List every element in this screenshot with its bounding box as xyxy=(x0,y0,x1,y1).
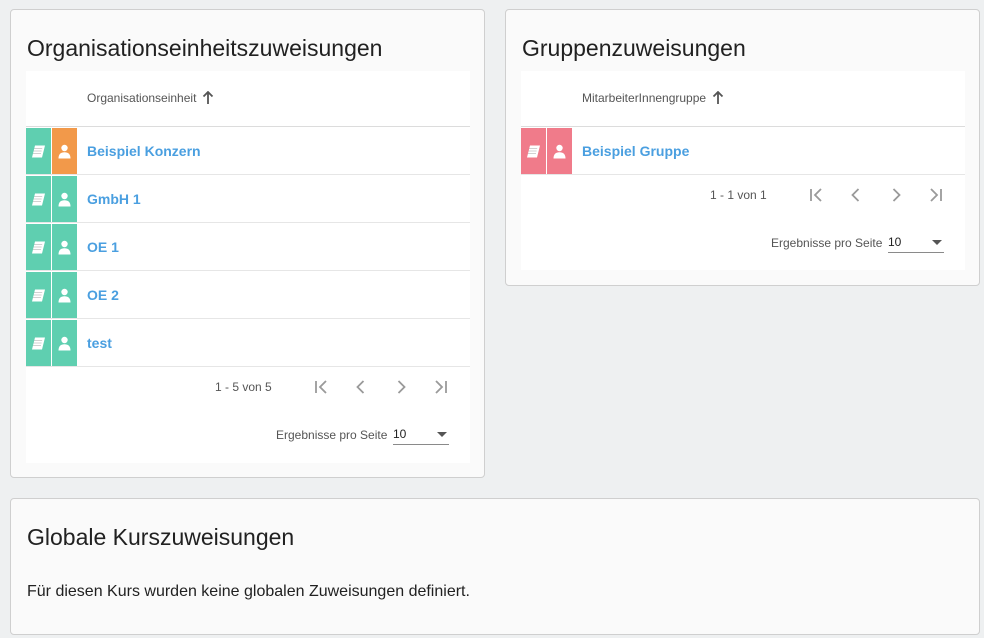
previous-page-button[interactable] xyxy=(349,375,373,399)
assignee-type-tile xyxy=(52,128,77,174)
person-icon xyxy=(58,144,71,158)
book-icon xyxy=(32,193,45,205)
first-page-icon xyxy=(315,380,327,394)
person-icon xyxy=(58,192,71,206)
org-units-column-header-label: Organisationseinheit xyxy=(87,91,197,105)
table-row: GmbH 1 xyxy=(26,175,470,223)
book-icon xyxy=(32,241,45,253)
last-page-icon xyxy=(930,188,942,202)
org-unit-row-link[interactable]: OE 1 xyxy=(87,239,119,255)
assignee-type-tile xyxy=(52,272,77,318)
assignee-type-tile xyxy=(52,224,77,270)
org-unit-row-link[interactable]: Beispiel Konzern xyxy=(87,143,201,159)
book-icon xyxy=(527,145,540,157)
book-icon xyxy=(32,289,45,301)
chevron-right-icon xyxy=(892,188,901,202)
org-unit-row-link[interactable]: OE 2 xyxy=(87,287,119,303)
org-units-per-page-select[interactable]: 10 xyxy=(393,423,449,445)
groups-column-header[interactable]: MitarbeiterInnengruppe xyxy=(582,91,724,105)
book-icon xyxy=(32,337,45,349)
org-units-title: Organisationseinheitszuweisungen xyxy=(27,35,383,61)
last-page-icon xyxy=(435,380,447,394)
assignee-type-tile xyxy=(52,176,77,222)
table-row: OE 2 xyxy=(26,271,470,319)
last-page-button[interactable] xyxy=(429,375,453,399)
arrow-up-icon xyxy=(203,91,214,104)
previous-page-button[interactable] xyxy=(844,183,868,207)
course-type-tile xyxy=(26,272,51,318)
groups-column-header-label: MitarbeiterInnengruppe xyxy=(582,91,707,105)
arrow-up-icon xyxy=(712,91,724,104)
person-icon xyxy=(58,336,71,350)
course-type-tile xyxy=(26,224,51,270)
chevron-left-icon xyxy=(851,188,860,202)
global-card: Globale Kurszuweisungen Für diesen Kurs … xyxy=(10,498,980,635)
table-row: Beispiel Konzern xyxy=(26,127,470,175)
org-units-paginator: 1 - 5 von 5 Ergebnisse pro Seite 10 xyxy=(26,369,470,463)
person-icon xyxy=(58,288,71,302)
first-page-button[interactable] xyxy=(309,375,333,399)
global-empty-message: Für diesen Kurs wurden keine globalen Zu… xyxy=(27,583,470,600)
groups-range-label: 1 - 1 von 1 xyxy=(710,188,767,202)
groups-per-page-select[interactable]: 10 xyxy=(888,231,944,253)
org-units-range-label: 1 - 5 von 5 xyxy=(215,380,272,394)
group-row-link[interactable]: Beispiel Gruppe xyxy=(582,143,689,159)
course-type-tile xyxy=(26,320,51,366)
groups-table: MitarbeiterInnengruppe Beispiel Gruppe 1… xyxy=(521,71,965,270)
org-units-card: Organisationseinheitszuweisungen Organis… xyxy=(10,9,485,478)
first-page-button[interactable] xyxy=(804,183,828,207)
course-type-tile xyxy=(26,176,51,222)
caret-down-icon xyxy=(437,432,447,437)
chevron-right-icon xyxy=(397,380,406,394)
org-units-column-header[interactable]: Organisationseinheit xyxy=(87,91,214,105)
groups-table-header: MitarbeiterInnengruppe xyxy=(521,71,965,127)
caret-down-icon xyxy=(932,240,942,245)
person-icon xyxy=(58,240,71,254)
global-title: Globale Kurszuweisungen xyxy=(27,524,295,550)
chevron-left-icon xyxy=(356,380,365,394)
table-row: OE 1 xyxy=(26,223,470,271)
course-type-tile xyxy=(26,128,51,174)
groups-per-page-value: 10 xyxy=(888,235,902,249)
person-icon xyxy=(553,144,566,158)
org-units-table: Organisationseinheit Beispiel Konzern Gmb… xyxy=(26,71,470,463)
book-icon xyxy=(32,145,45,157)
groups-card: Gruppenzuweisungen MitarbeiterInnengrupp… xyxy=(505,9,980,286)
first-page-icon xyxy=(810,188,822,202)
last-page-button[interactable] xyxy=(924,183,948,207)
org-units-per-page-value: 10 xyxy=(393,427,407,441)
org-units-per-page-label: Ergebnisse pro Seite xyxy=(276,428,388,442)
groups-title: Gruppenzuweisungen xyxy=(522,35,746,61)
groups-per-page-label: Ergebnisse pro Seite xyxy=(771,236,883,250)
next-page-button[interactable] xyxy=(884,183,908,207)
assignee-type-tile xyxy=(52,320,77,366)
org-unit-row-link[interactable]: test xyxy=(87,335,112,351)
groups-paginator: 1 - 1 von 1 Ergebnisse pro Seite 10 xyxy=(521,177,965,270)
assignee-type-tile xyxy=(547,128,572,174)
table-row: test xyxy=(26,319,470,367)
org-unit-row-link[interactable]: GmbH 1 xyxy=(87,191,141,207)
org-units-table-header: Organisationseinheit xyxy=(26,71,470,127)
course-type-tile xyxy=(521,128,546,174)
next-page-button[interactable] xyxy=(389,375,413,399)
table-row: Beispiel Gruppe xyxy=(521,127,965,175)
